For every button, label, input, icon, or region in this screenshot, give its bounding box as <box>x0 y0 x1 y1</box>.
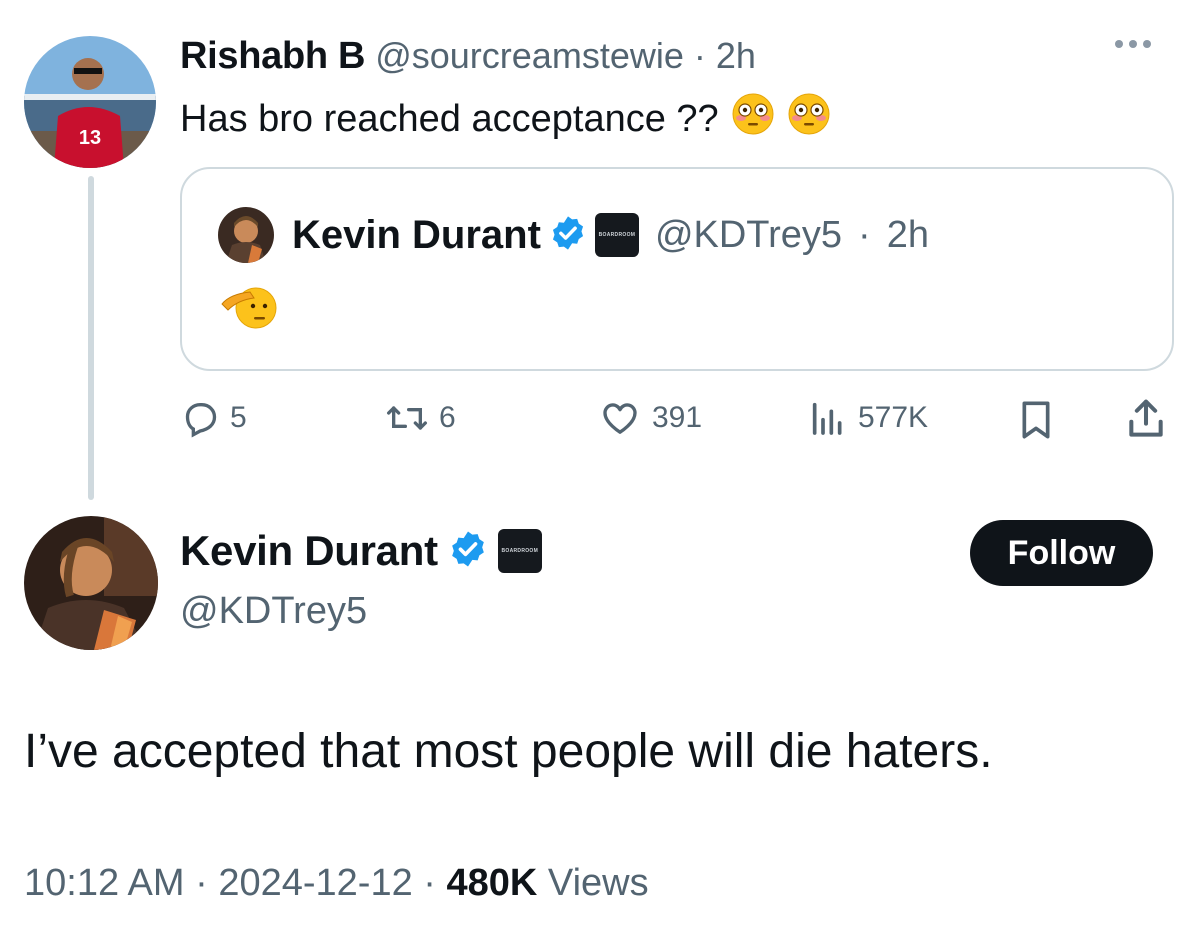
reply-count: 5 <box>230 401 247 434</box>
tweet-meta: 10:12 AM · 2024-12-12 · 480K Views <box>24 862 649 905</box>
share-button[interactable] <box>1124 396 1168 442</box>
follow-button[interactable]: Follow <box>970 520 1153 586</box>
tweet-text: I’ve accepted that most people will die … <box>24 725 993 778</box>
quoted-separator: · <box>858 213 871 256</box>
boardroom-affiliate-badge[interactable]: BOARDROOM <box>497 529 542 573</box>
avatar-kevin-durant-small[interactable] <box>218 207 274 263</box>
reply-button[interactable]: 5 <box>180 398 247 438</box>
bookmark-button[interactable] <box>1016 398 1056 442</box>
main-author-handle[interactable]: @KDTrey5 <box>180 590 367 633</box>
reply-author-name[interactable]: Rishabh B <box>180 35 366 78</box>
tweet-date[interactable]: 2024-12-12 <box>218 862 412 904</box>
quoted-tweet-card[interactable] <box>180 167 1174 371</box>
quoted-time[interactable]: 2h <box>887 214 929 257</box>
like-button[interactable]: 391 <box>598 398 702 438</box>
tweet-time[interactable]: 10:12 AM <box>24 862 185 904</box>
views-count: 577K <box>858 401 929 434</box>
reply-header: Rishabh B @sourcreamstewie · 2h <box>180 35 756 78</box>
reply-text-content: Has bro reached acceptance ?? <box>180 97 719 140</box>
meta-separator: · <box>423 862 436 904</box>
affiliate-label: BOARDROOM <box>598 232 636 238</box>
avatar-rishabh[interactable]: 13 <box>24 36 156 168</box>
quoted-author-name[interactable]: Kevin Durant <box>292 213 541 258</box>
analytics-icon <box>812 402 842 435</box>
svg-text:13: 13 <box>79 127 101 149</box>
repost-icon <box>386 406 427 430</box>
reply-author-handle[interactable]: @sourcreamstewie <box>375 35 684 77</box>
tweet-views-count[interactable]: 480K <box>447 862 538 904</box>
more-options-icon[interactable] <box>1115 40 1151 48</box>
flushed-face-icon <box>731 92 775 146</box>
affiliate-label: BOARDROOM <box>501 548 539 554</box>
main-author-name[interactable]: Kevin Durant <box>180 527 438 575</box>
tweet-views-label: Views <box>547 862 649 904</box>
share-icon <box>1129 399 1163 437</box>
meta-separator: · <box>195 862 208 904</box>
quoted-tweet-header: Kevin Durant BOARDROOM @KDTrey5 · 2h <box>218 207 929 263</box>
heart-icon <box>603 403 637 434</box>
reply-icon <box>185 403 217 438</box>
flushed-face-icon <box>787 92 831 146</box>
repost-count: 6 <box>439 401 456 434</box>
main-author-row: Kevin Durant BOARDROOM <box>180 527 542 575</box>
reply-time[interactable]: 2h <box>716 35 756 77</box>
saluting-face-icon <box>220 280 280 337</box>
avatar-kevin-durant[interactable] <box>24 516 158 650</box>
quoted-author-handle[interactable]: @KDTrey5 <box>655 214 842 257</box>
boardroom-affiliate-badge[interactable]: BOARDROOM <box>594 213 639 257</box>
repost-button[interactable]: 6 <box>385 398 456 438</box>
reply-separator: · <box>693 35 706 76</box>
reply-text: Has bro reached acceptance ?? <box>180 92 831 146</box>
verified-badge-icon <box>549 214 587 257</box>
like-count: 391 <box>652 401 703 434</box>
verified-badge-icon <box>448 529 488 574</box>
views-button[interactable]: 577K <box>808 398 928 438</box>
bookmark-icon <box>1022 401 1050 439</box>
thread-line <box>88 176 94 500</box>
